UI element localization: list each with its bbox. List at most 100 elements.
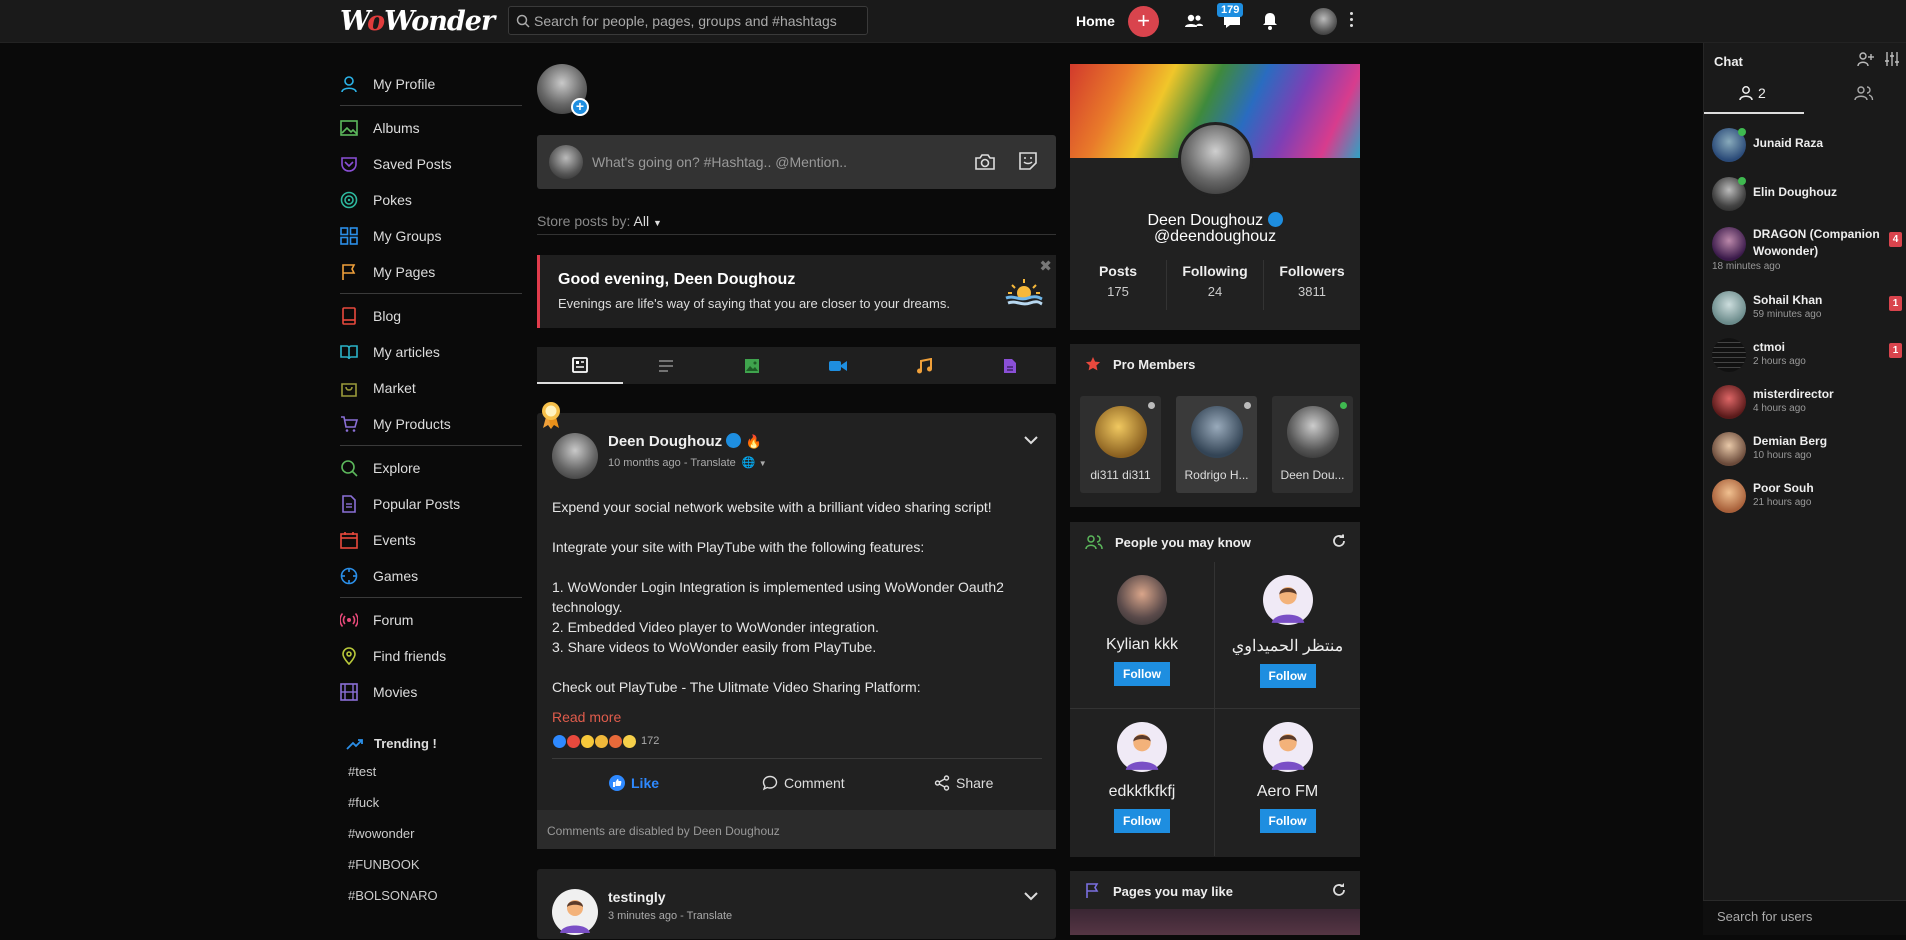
hashtag-link[interactable]: #FUNBOOK [348, 857, 438, 888]
globe-icon[interactable]: 🌐 [742, 457, 756, 469]
sidebar-item-saved-posts[interactable]: Saved Posts [340, 146, 522, 182]
hashtag-link[interactable]: #BOLSONARO [348, 888, 438, 919]
chevron-down-icon[interactable] [1024, 435, 1038, 445]
avatar[interactable] [1262, 575, 1313, 625]
stat-followers[interactable]: Followers 3811 [1264, 260, 1360, 310]
follow-button[interactable]: Follow [1259, 664, 1316, 688]
tab-videos[interactable] [795, 347, 881, 384]
post-author-name[interactable]: Deen Doughouz [608, 433, 722, 450]
card-title: Pro Members [1113, 356, 1196, 372]
user-avatar[interactable] [1310, 8, 1337, 35]
sidebar-item-albums[interactable]: Albums [340, 110, 522, 146]
avatar[interactable] [1117, 575, 1167, 625]
avatar[interactable] [552, 433, 598, 479]
sidebar-item-market[interactable]: Market [340, 370, 522, 406]
friends-icon[interactable] [1184, 11, 1204, 31]
tab-music[interactable] [881, 347, 967, 384]
person-name[interactable]: منتظر الحميداوي [1215, 636, 1360, 656]
post-time[interactable]: 3 minutes ago - Translate [608, 910, 732, 922]
chat-search-input[interactable] [1717, 909, 1897, 924]
hashtag-link[interactable]: #test [348, 764, 438, 795]
avatar[interactable] [552, 889, 598, 935]
pro-member[interactable]: Rodrigo H... [1176, 396, 1257, 493]
chat-user[interactable]: Poor Souh 21 hours ago [1712, 475, 1902, 515]
follow-button[interactable]: Follow [1259, 809, 1316, 833]
post-composer[interactable]: What's going on? #Hashtag.. @Mention.. [537, 135, 1056, 189]
chevron-down-icon[interactable] [1024, 891, 1038, 901]
chat-user[interactable]: Sohail Khan 59 minutes ago 1 [1712, 287, 1902, 327]
pro-member[interactable]: di311 di311 [1080, 396, 1161, 493]
sidebar-item-my-articles[interactable]: My articles [340, 334, 522, 370]
post-author-name[interactable]: testingly [608, 889, 666, 905]
chat-user[interactable]: Elin Doughouz [1712, 173, 1902, 213]
tab-photos[interactable] [709, 347, 795, 384]
store-posts-filter[interactable]: Store posts by: All ▼ [537, 213, 662, 229]
more-menu-icon[interactable] [1350, 12, 1354, 30]
chat-search[interactable] [1703, 900, 1906, 935]
create-plus-button[interactable]: + [1128, 6, 1159, 37]
sidebar-item-my-profile[interactable]: My Profile [340, 66, 522, 102]
chat-user[interactable]: Demian Berg 10 hours ago [1712, 428, 1902, 468]
home-link[interactable]: Home [1076, 13, 1115, 29]
sidebar-item-popular-posts[interactable]: Popular Posts [340, 486, 522, 522]
tab-files[interactable] [967, 347, 1053, 384]
read-more-link[interactable]: Read more [552, 709, 621, 725]
sidebar-item-movies[interactable]: Movies [340, 674, 522, 710]
search-input[interactable] [534, 7, 864, 34]
sidebar-item-find-friends[interactable]: Find friends [340, 638, 522, 674]
add-story-icon[interactable]: + [571, 98, 589, 116]
avatar[interactable] [1178, 122, 1253, 197]
sliders-icon[interactable] [1884, 51, 1900, 67]
follow-button[interactable]: Follow [1114, 662, 1170, 686]
camera-icon[interactable] [974, 152, 996, 172]
hashtag-link[interactable]: #wowonder [348, 826, 438, 857]
avatar[interactable] [1262, 722, 1313, 772]
add-story-avatar[interactable]: + [537, 64, 589, 116]
chat-user[interactable]: Junaid Raza [1712, 124, 1902, 164]
tab-text[interactable] [623, 347, 709, 384]
sticker-icon[interactable] [1018, 151, 1038, 171]
follow-button[interactable]: Follow [1114, 809, 1170, 833]
sidebar-item-forum[interactable]: Forum [340, 602, 522, 638]
post-author[interactable]: Deen Doughouz 🔥 [608, 433, 762, 450]
close-icon[interactable]: ✖ [1039, 257, 1052, 275]
sidebar-item-my-products[interactable]: My Products [340, 406, 522, 442]
post-time[interactable]: 10 months ago - Translate [608, 457, 736, 469]
hashtag-link[interactable]: #fuck [348, 795, 438, 826]
person-name[interactable]: Aero FM [1215, 783, 1360, 801]
avatar[interactable] [1117, 722, 1167, 772]
reactions-summary[interactable]: 172 [552, 733, 659, 749]
like-button[interactable]: Like [609, 775, 659, 791]
sidebar-item-my-pages[interactable]: My Pages [340, 254, 522, 290]
sidebar-item-blog[interactable]: Blog [340, 298, 522, 334]
refresh-icon[interactable] [1332, 883, 1346, 897]
composer-placeholder[interactable]: What's going on? #Hashtag.. @Mention.. [592, 154, 847, 170]
page-cover-image[interactable] [1070, 909, 1360, 935]
logo[interactable]: WoWonder [340, 6, 495, 37]
chat-user[interactable]: misterdirector 4 hours ago [1712, 381, 1902, 421]
stat-posts[interactable]: Posts 175 [1070, 260, 1167, 310]
sidebar-item-pokes[interactable]: Pokes [340, 182, 522, 218]
comment-button[interactable]: Comment [762, 775, 845, 791]
sidebar-item-my-groups[interactable]: My Groups [340, 218, 522, 254]
chat-user[interactable]: ctmoi 2 hours ago 1 [1712, 334, 1902, 374]
store-posts-value[interactable]: All [634, 213, 650, 229]
pro-member[interactable]: Deen Dou... [1272, 396, 1353, 493]
tab-all[interactable] [537, 347, 623, 384]
person-name[interactable]: edkkfkfkfj [1070, 783, 1214, 801]
bell-icon[interactable] [1261, 11, 1279, 31]
sidebar-item-games[interactable]: Games [340, 558, 522, 594]
sidebar-item-label: My Pages [373, 264, 436, 280]
add-user-icon[interactable] [1857, 51, 1874, 67]
profile-name-text[interactable]: Deen Doughouz [1147, 212, 1263, 229]
share-button[interactable]: Share [934, 775, 993, 791]
tab-online-users[interactable]: 2 [1738, 85, 1766, 101]
groups-icon[interactable] [1854, 85, 1874, 101]
search-box[interactable] [508, 6, 868, 35]
sidebar-item-explore[interactable]: Explore [340, 450, 522, 486]
sidebar-item-events[interactable]: Events [340, 522, 522, 558]
person-name[interactable]: Kylian kkk [1070, 636, 1214, 654]
stat-following[interactable]: Following 24 [1167, 260, 1264, 310]
refresh-icon[interactable] [1332, 534, 1346, 548]
chat-user[interactable]: DRAGON (Companion Wowonder) 18 minutes ag… [1712, 223, 1902, 273]
